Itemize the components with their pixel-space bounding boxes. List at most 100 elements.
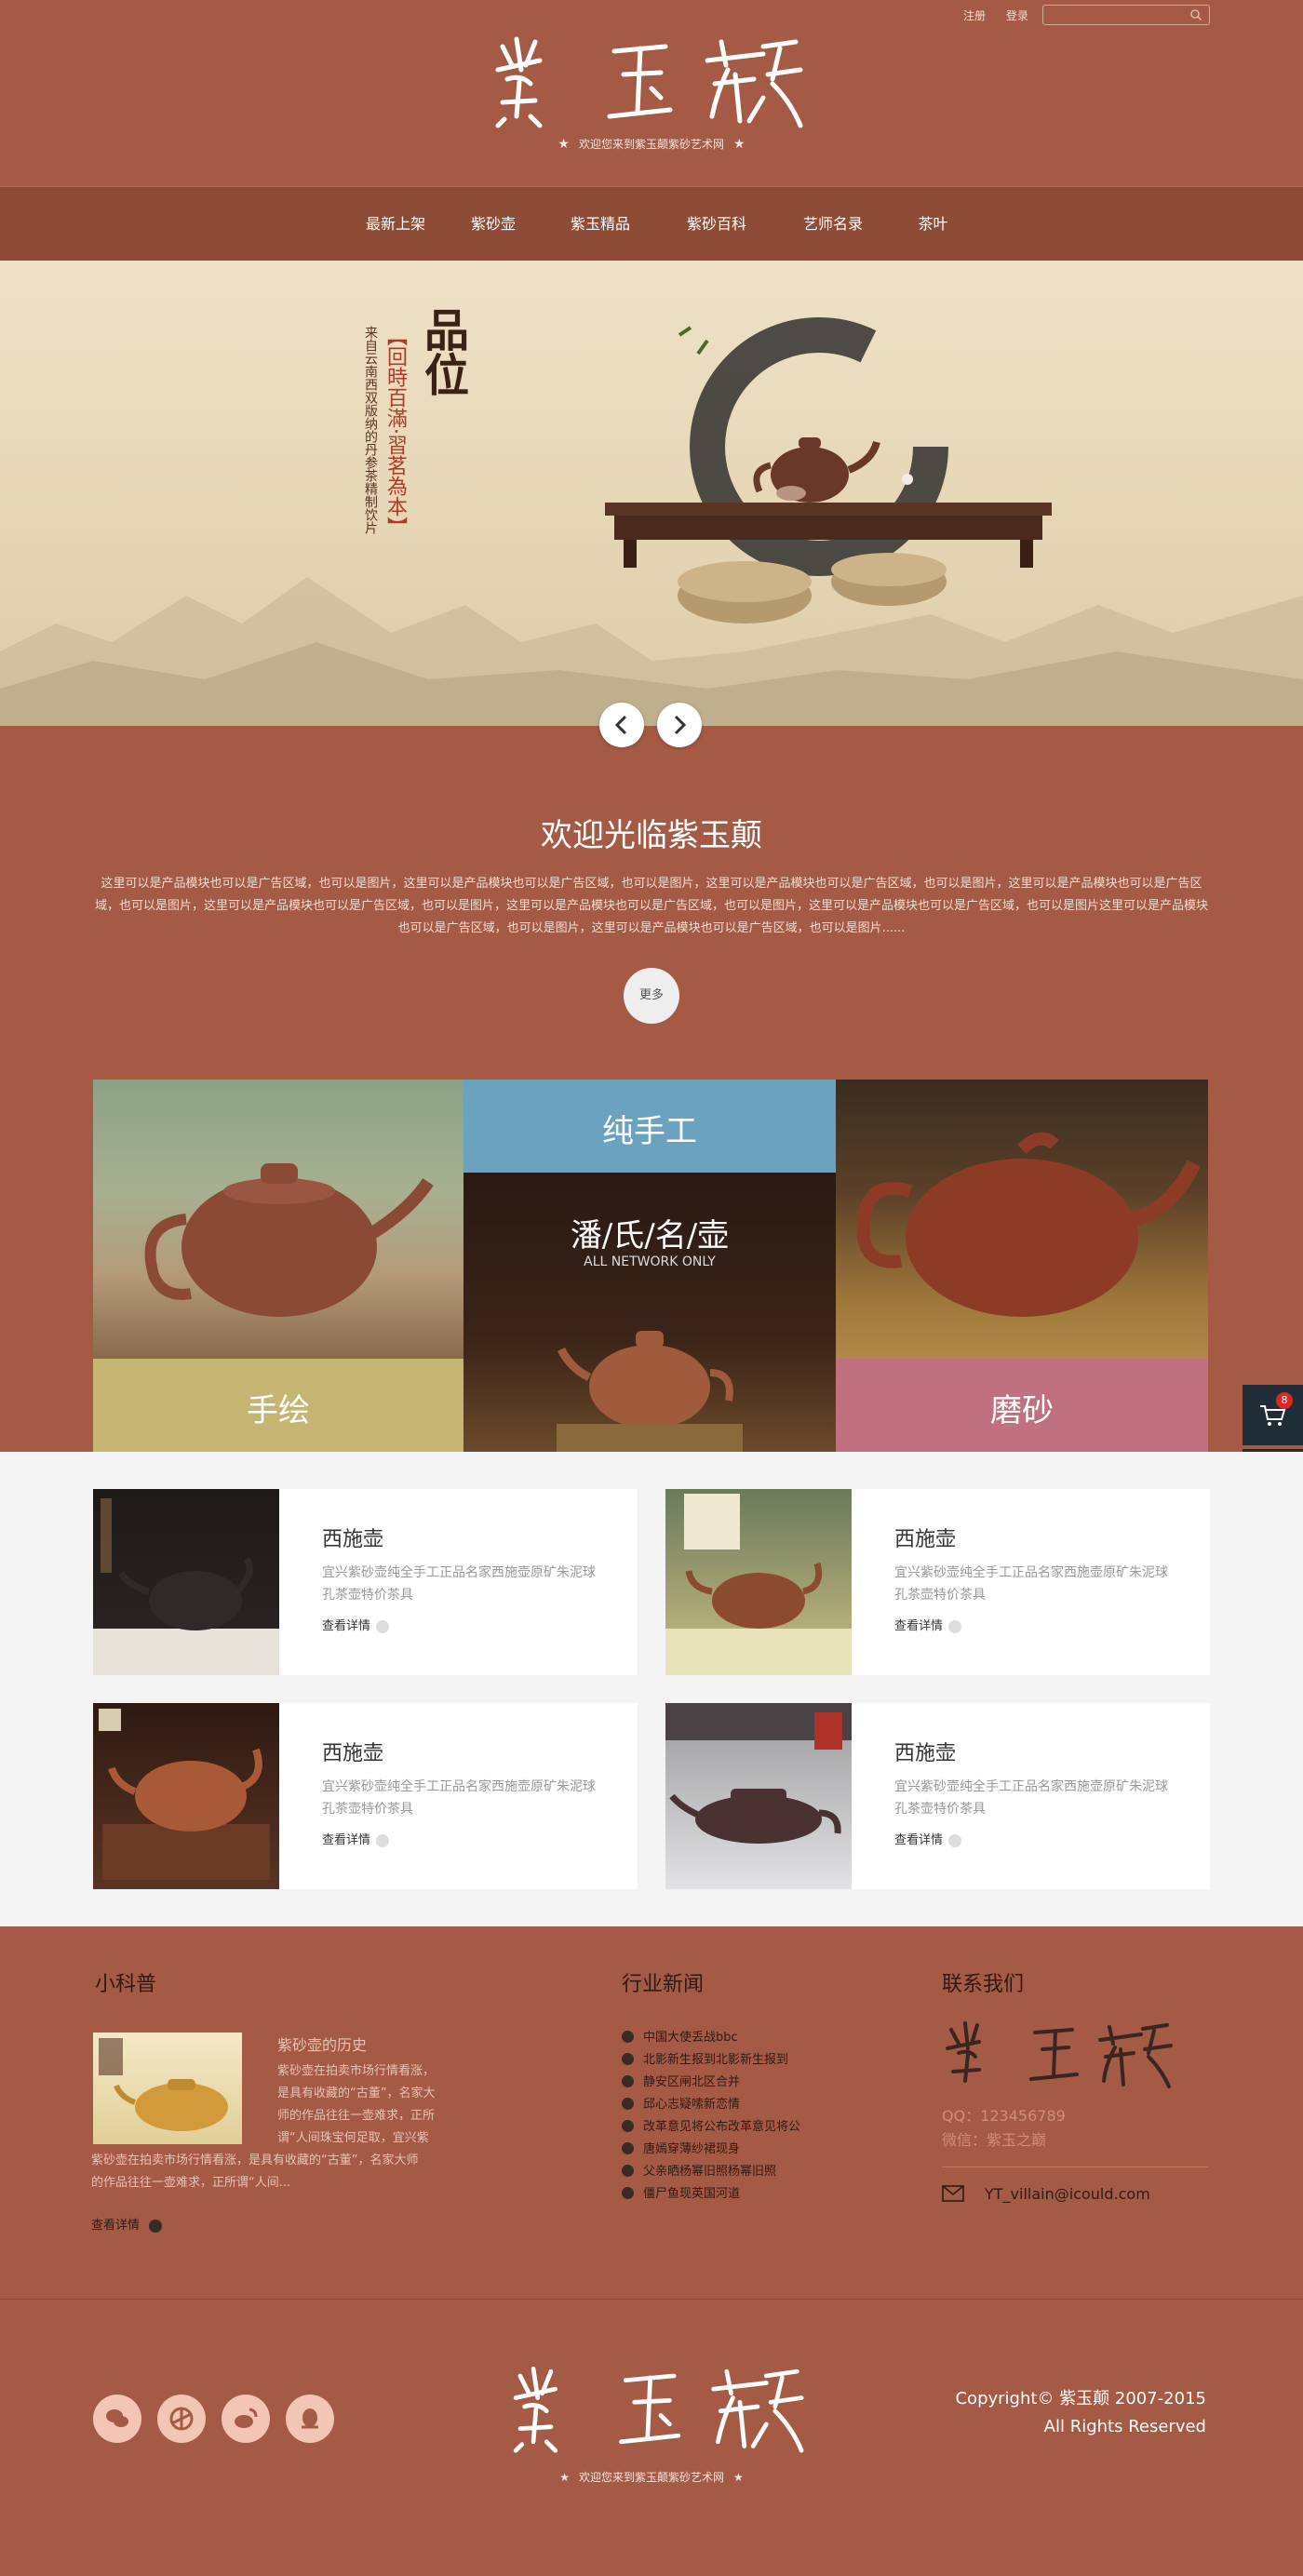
main-nav: 最新上架 紫砂壶 紫玉精品 紫砂百科 艺师名录 茶叶	[0, 186, 1303, 261]
tile-frosted[interactable]: 磨砂	[836, 1359, 1208, 1452]
contact-email[interactable]: YT_villain@icould.com	[985, 2185, 1150, 2203]
science-text: 谓“人间珠宝何足取，宜兴紫	[277, 2131, 429, 2145]
bullet-icon	[622, 2053, 634, 2065]
more-button[interactable]: 更多	[624, 968, 679, 1024]
welcome-title: 欢迎光临紫玉颠	[541, 817, 762, 854]
banner-prev-button[interactable]	[599, 703, 644, 747]
product-card[interactable]: 西施壶 宜兴紫砂壶纯全手工正品名家西施壶原矿朱泥球孔茶壶特价茶具 查看详情	[93, 1703, 638, 1889]
welcome-text: 这里可以是产品模块也可以是广告区域，也可以是图片，这里可以是产品模块也可以是广告…	[94, 877, 1208, 935]
nav-item-premium[interactable]: 紫玉精品	[558, 187, 642, 262]
wechat-button[interactable]	[93, 2395, 141, 2443]
nav-item-teapot[interactable]: 紫砂壶	[456, 187, 531, 262]
arrow-circle-icon	[948, 1619, 962, 1633]
science-text: 是具有收藏的“古董”，名家大	[277, 2086, 436, 2100]
banner-quote: 【回時百滿·習茗為本】	[383, 326, 407, 537]
product-detail-link[interactable]: 查看详情	[894, 1616, 962, 1633]
news-item[interactable]: 静安区闸北区合并	[622, 2072, 740, 2089]
search-box[interactable]	[1042, 5, 1210, 25]
product-title[interactable]: 西施壶	[894, 1737, 956, 1766]
tile-handmade[interactable]: 纯手工	[463, 1080, 836, 1173]
contact-title: 联系我们	[942, 1973, 1025, 1996]
science-image[interactable]	[93, 2033, 242, 2144]
footer-tagline: ★ 欢迎您来到紫玉颠紫砂艺术网 ★	[559, 2471, 744, 2484]
product-card[interactable]: 西施壶 宜兴紫砂壶纯全手工正品名家西施壶原矿朱泥球孔茶壶特价茶具 查看详情	[93, 1489, 638, 1675]
tile-painted[interactable]: 手绘	[93, 1359, 463, 1452]
login-link[interactable]: 登录	[1006, 9, 1028, 22]
mail-icon	[942, 2185, 964, 2202]
news-item[interactable]: 改革意见将公布改革意见将公	[622, 2116, 800, 2134]
science-article-title[interactable]: 紫砂壶的历史	[277, 2033, 367, 2055]
chevron-right-icon	[674, 715, 687, 735]
pan-title: 潘/氏/名/壶	[570, 1217, 730, 1254]
teapot-photo-1[interactable]	[93, 1080, 463, 1359]
science-title: 小科普	[95, 1973, 157, 1996]
nav-item-masters[interactable]: 艺师名录	[791, 187, 875, 262]
weibo-button[interactable]	[222, 2395, 270, 2443]
product-detail-link[interactable]: 查看详情	[894, 1830, 962, 1847]
banner-next-button[interactable]	[657, 703, 702, 747]
teapot-image	[99, 1709, 270, 1880]
copyright-text: Copyright© 紫玉颠 2007-2015	[955, 2389, 1206, 2408]
product-title[interactable]: 西施壶	[322, 1523, 383, 1552]
product-desc: 宜兴紫砂壶纯全手工正品名家西施壶原矿朱泥球孔茶壶特价茶具	[322, 1779, 596, 1817]
bullet-icon	[622, 2142, 634, 2154]
news-item[interactable]: 中国大使丢战bbc	[622, 2027, 738, 2045]
science-detail-link[interactable]: 查看详情	[91, 2215, 163, 2233]
news-item[interactable]: 邱心志疑嗦新恋情	[622, 2094, 740, 2112]
cart-count-badge: 8	[1276, 1392, 1293, 1409]
product-image[interactable]	[93, 1489, 279, 1675]
camera-button[interactable]	[157, 2395, 206, 2443]
product-section: 西施壶 宜兴紫砂壶纯全手工正品名家西施壶原矿朱泥球孔茶壶特价茶具 查看详情 西施…	[0, 1452, 1303, 1926]
bullet-icon	[622, 2120, 634, 2132]
product-image[interactable]	[665, 1703, 852, 1889]
product-desc: 宜兴紫砂壶纯全手工正品名家西施壶原矿朱泥球孔茶壶特价茶具	[894, 1565, 1168, 1603]
news-item[interactable]: 北影新生报到北影新生报到	[622, 2049, 788, 2067]
banner-title: 品位	[416, 307, 468, 396]
contact-qq: QQ：123456789	[942, 2107, 1066, 2125]
nav-item-tea[interactable]: 茶叶	[907, 187, 959, 262]
bullet-icon	[622, 2165, 634, 2177]
hero-banner: 品位 【回時百滿·習茗為本】 来自云南西双版纳的丹参茶精制饮片	[0, 261, 1303, 726]
cart-button[interactable]: 8	[1243, 1385, 1303, 1445]
nav-item-new[interactable]: 最新上架	[354, 187, 437, 262]
star-icon: ★	[559, 2471, 570, 2484]
tea-table-illustration	[605, 437, 1052, 624]
nav-item-encyclopedia[interactable]: 紫砂百科	[675, 187, 759, 262]
tile-frosted-label: 磨砂	[990, 1392, 1054, 1429]
search-icon[interactable]	[1190, 9, 1202, 20]
teapot-image	[557, 1331, 743, 1452]
news-item[interactable]: 僵尸鱼现英国河道	[622, 2183, 740, 2201]
tile-handmade-label: 纯手工	[602, 1113, 697, 1150]
bullet-icon	[622, 2031, 634, 2043]
news-title: 行业新闻	[622, 1973, 705, 1996]
tile-painted-label: 手绘	[247, 1392, 310, 1429]
product-title[interactable]: 西施壶	[894, 1523, 956, 1552]
contact-wechat: 微信：紫玉之巅	[942, 2131, 1047, 2149]
product-card[interactable]: 西施壶 宜兴紫砂壶纯全手工正品名家西施壶原矿朱泥球孔茶壶特价茶具 查看详情	[665, 1489, 1210, 1675]
info-section: 小科普 紫砂壶的历史 紫砂壶在拍卖市场行情看涨， 是具有收藏的“古董”，名家大 …	[0, 1926, 1303, 2299]
product-image[interactable]	[665, 1489, 852, 1675]
science-text: 师的作品往往一壶难求，正所	[277, 2109, 436, 2123]
star-icon: ★	[733, 2471, 744, 2484]
banner-subtext: 来自云南西双版纳的丹参茶精制饮片	[363, 326, 378, 534]
teapot-image	[856, 1132, 1202, 1317]
top-links: 注册 登录	[963, 7, 1045, 23]
site-header: 注册 登录 ★ 欢迎您来到紫玉颠紫砂艺术网 ★	[0, 0, 1303, 186]
site-footer: ★ 欢迎您来到紫玉颠紫砂艺术网 ★ Copyright© 紫玉颠 2007-2015…	[0, 2299, 1303, 2576]
register-link[interactable]: 注册	[963, 9, 986, 22]
qq-button[interactable]	[286, 2395, 334, 2443]
teapot-photo-2[interactable]	[836, 1080, 1208, 1359]
product-image[interactable]	[93, 1703, 279, 1889]
product-detail-link[interactable]: 查看详情	[322, 1616, 390, 1633]
star-icon: ★	[733, 137, 746, 152]
site-logo[interactable]	[484, 28, 819, 130]
product-card[interactable]: 西施壶 宜兴紫砂壶纯全手工正品名家西施壶原矿朱泥球孔茶壶特价茶具 查看详情	[665, 1703, 1210, 1889]
news-item[interactable]: 父亲晒杨幂旧照杨幂旧照	[622, 2161, 776, 2179]
product-detail-link[interactable]: 查看详情	[322, 1830, 390, 1847]
news-item[interactable]: 唐嫣穿薄纱裙现身	[622, 2139, 740, 2156]
teapot-image	[144, 1163, 434, 1317]
rights-text: All Rights Reserved	[1043, 2417, 1206, 2436]
product-title[interactable]: 西施壶	[322, 1737, 383, 1766]
science-text: 的作品往往一壶难求，正所谓“人间...	[91, 2176, 291, 2190]
pan-teapot-panel[interactable]: 潘/氏/名/壶 ALL NETWORK ONLY	[463, 1173, 836, 1452]
